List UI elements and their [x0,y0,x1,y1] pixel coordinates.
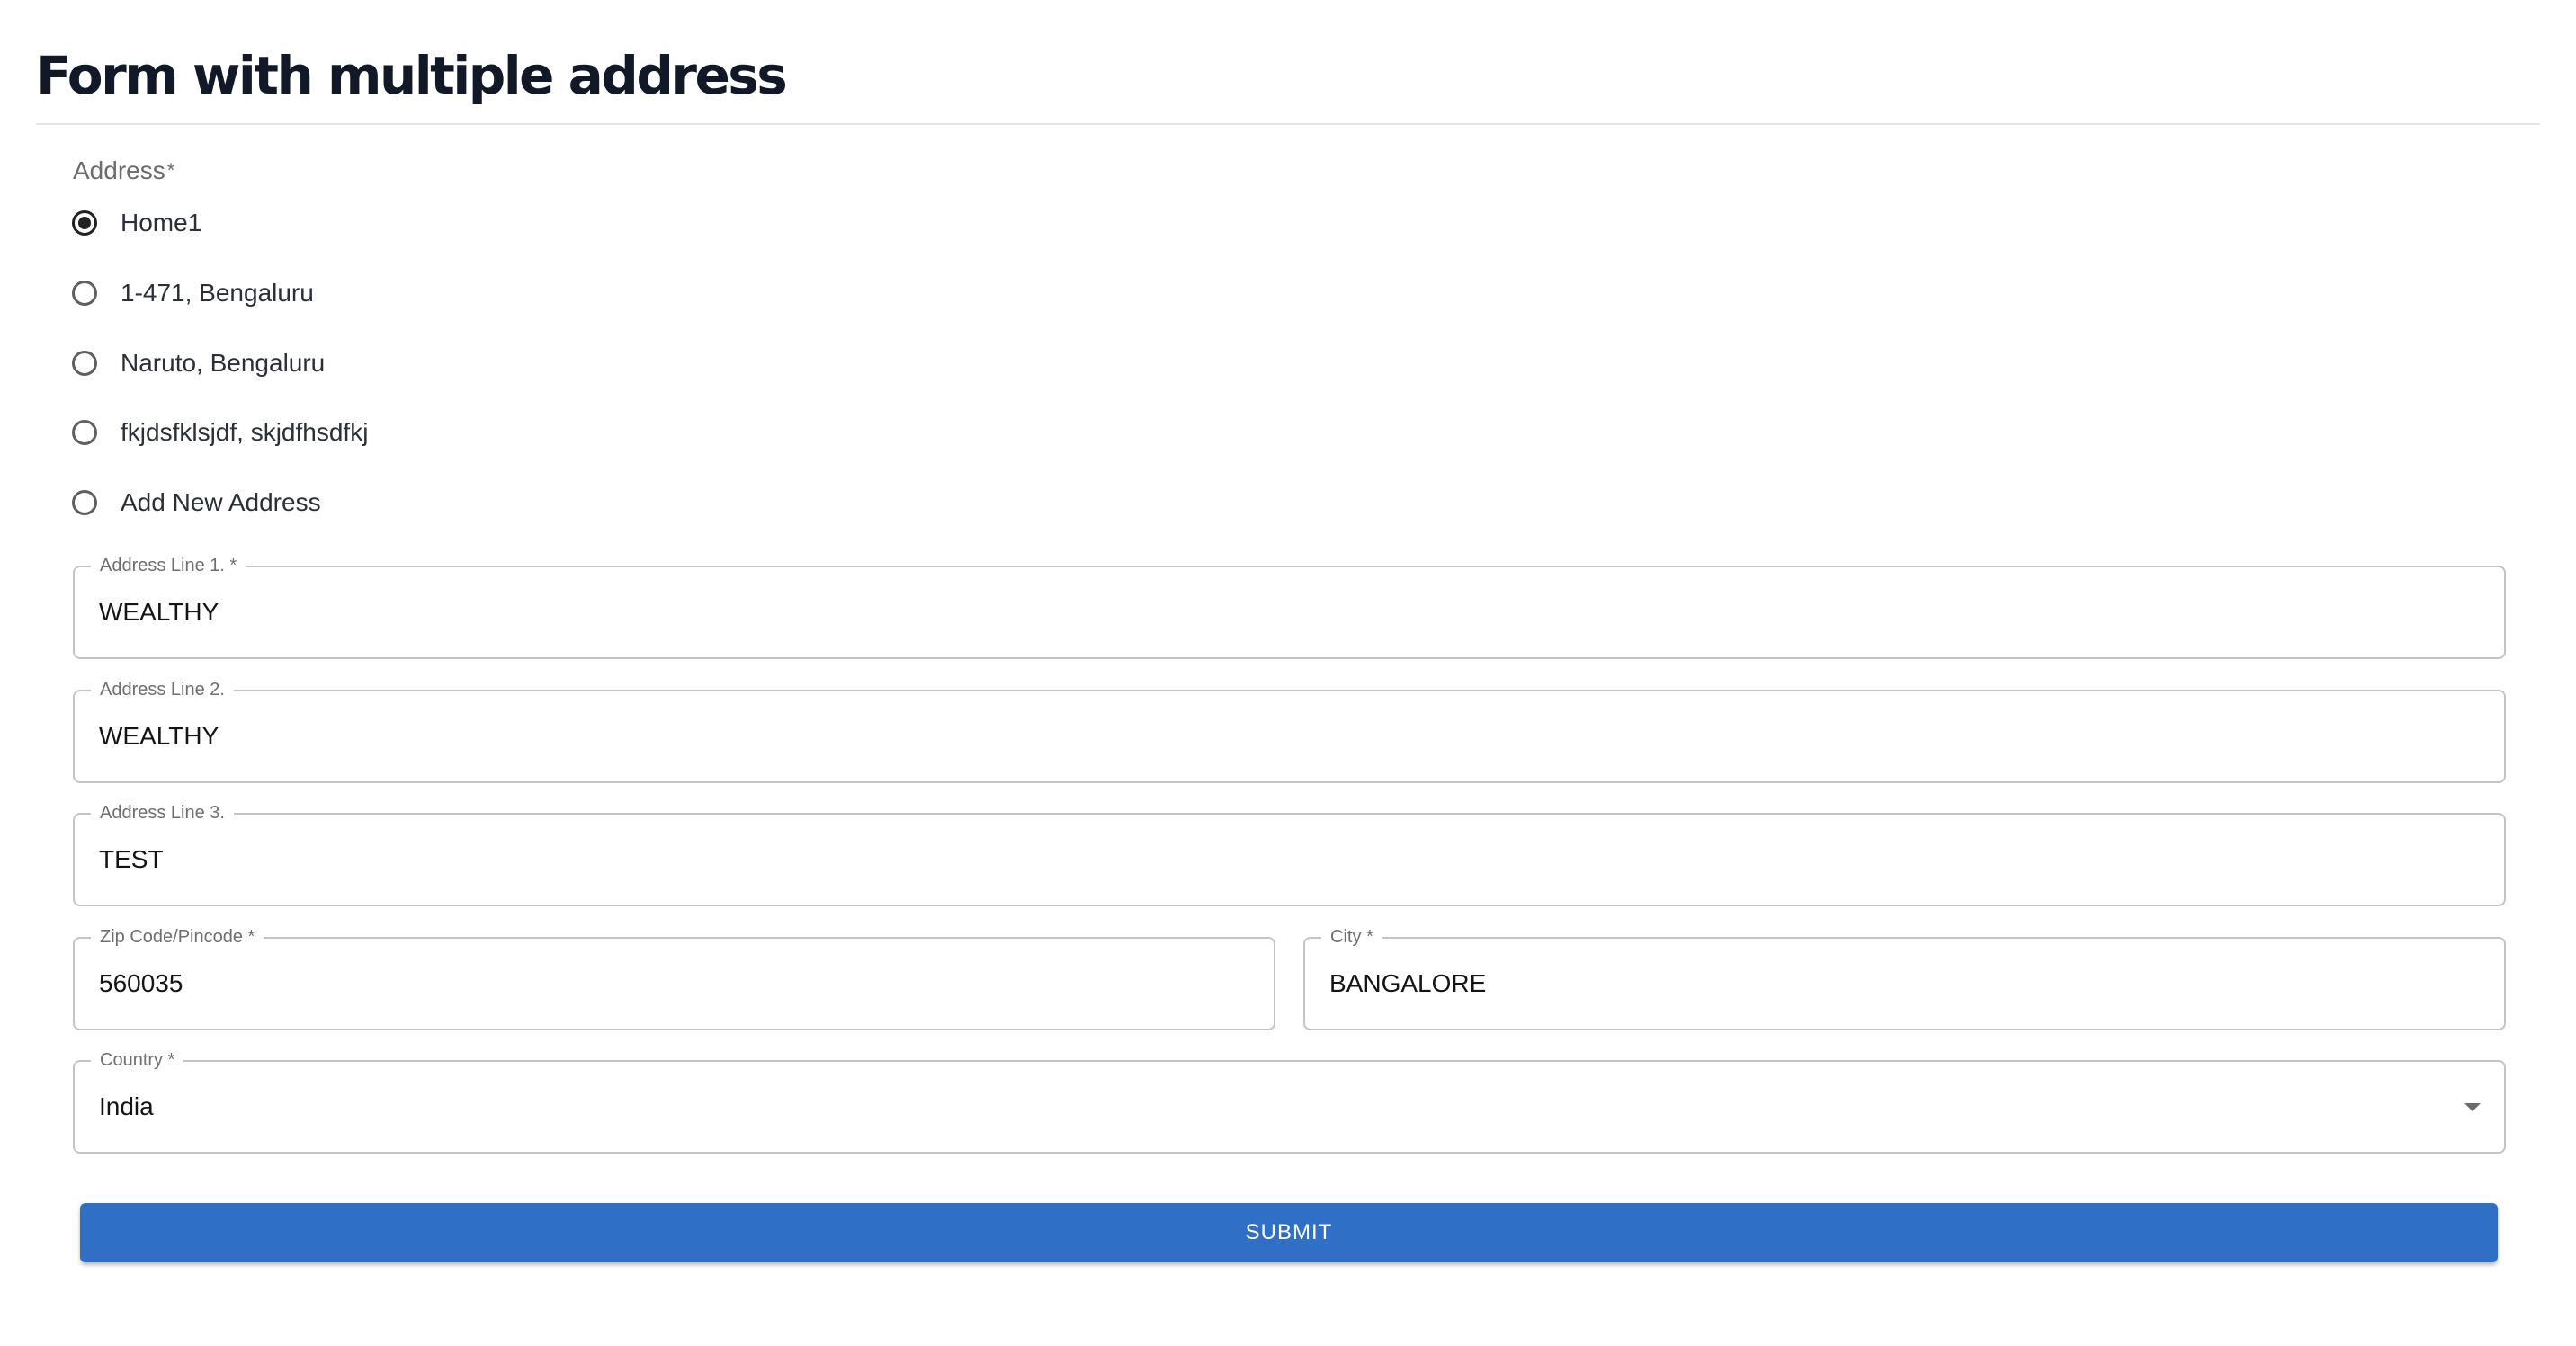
radio-checked-icon[interactable] [72,210,97,236]
radio-unchecked-icon[interactable] [72,420,97,445]
address-group-label: Address* [73,153,174,189]
address-line-2-input[interactable]: WEALTHY [99,691,219,781]
address-line-1-field[interactable]: Address Line 1. * WEALTHY [73,555,2506,659]
title-divider [36,123,2540,125]
address-option-label: Add New Address [121,488,321,516]
address-option-label: fkjdsfklsjdf, skjdfhsdfkj [121,418,369,446]
submit-button[interactable]: SUBMIT [80,1203,2498,1262]
radio-unchecked-icon[interactable] [72,490,97,515]
address-line-3-input[interactable]: TEST [99,815,164,905]
page-title: Form with multiple address [36,45,788,106]
zip-code-field[interactable]: Zip Code/Pincode * 560035 [73,926,1275,1030]
address-line-1-input[interactable]: WEALTHY [99,567,219,657]
address-option-add-new[interactable]: Add New Address [72,476,321,530]
zip-code-input[interactable]: 560035 [99,939,183,1029]
city-field[interactable]: City * BANGALORE [1303,926,2506,1030]
address-option-1-471-bengaluru[interactable]: 1-471, Bengaluru [72,266,314,320]
radio-unchecked-icon[interactable] [72,281,97,306]
address-option-fkjdsfklsjdf[interactable]: fkjdsfklsjdf, skjdfhsdfkj [72,406,368,459]
address-option-home1[interactable]: Home1 [72,196,201,250]
country-selected-value[interactable]: India [99,1062,154,1152]
chevron-down-icon[interactable] [2464,1103,2481,1111]
address-line-2-field[interactable]: Address Line 2. WEALTHY [73,679,2506,783]
radio-dot [78,217,91,229]
radio-unchecked-icon[interactable] [72,351,97,376]
address-option-naruto-bengaluru[interactable]: Naruto, Bengaluru [72,336,325,390]
address-option-label: 1-471, Bengaluru [121,279,314,307]
address-line-3-field[interactable]: Address Line 3. TEST [73,802,2506,906]
country-select[interactable]: Country * India [73,1049,2506,1154]
address-option-label: Naruto, Bengaluru [121,349,326,377]
address-option-label: Home1 [121,209,202,236]
address-group-label-text: Address [73,156,165,184]
required-mark: * [166,159,175,182]
city-input[interactable]: BANGALORE [1329,939,1486,1029]
